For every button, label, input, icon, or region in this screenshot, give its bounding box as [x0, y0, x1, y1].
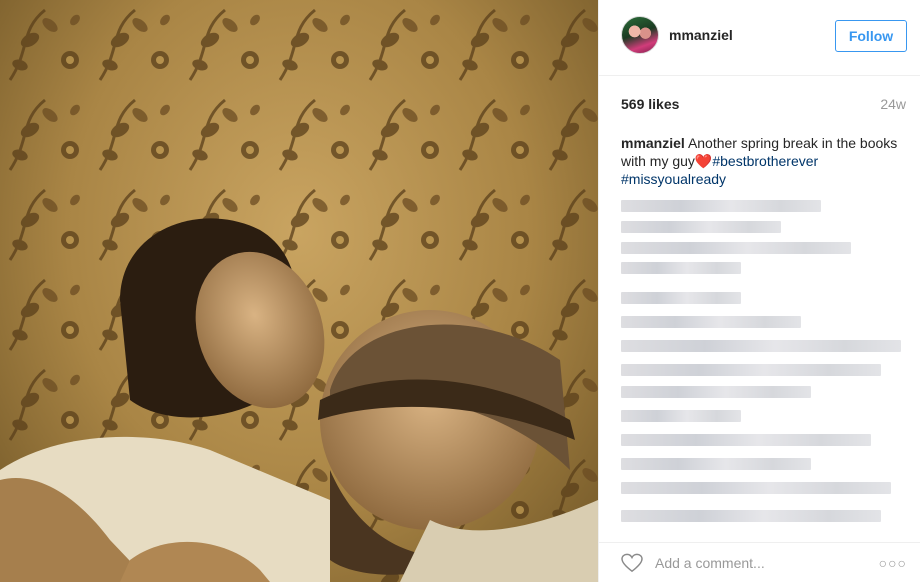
photo-illustration: [0, 0, 598, 582]
post-photo[interactable]: [0, 0, 598, 582]
blurred-comment: [621, 510, 881, 522]
blurred-comment: [621, 242, 851, 254]
post-age[interactable]: 24w: [880, 96, 906, 112]
post-header: mmanziel Follow: [599, 0, 920, 76]
blurred-comment: [621, 410, 741, 422]
likes-count[interactable]: 569 likes: [621, 96, 679, 112]
post-footer: ○○○: [599, 542, 920, 582]
blurred-comment: [621, 458, 811, 470]
blurred-comment: [621, 292, 741, 304]
heart-emoji: ❤️: [694, 153, 713, 169]
blurred-comment: [621, 340, 901, 352]
post-side-panel: mmanziel Follow 569 likes 24w mmanziel A…: [598, 0, 920, 582]
username-link[interactable]: mmanziel: [669, 27, 733, 43]
blurred-comment: [621, 262, 741, 274]
follow-button[interactable]: Follow: [835, 20, 907, 52]
more-options-icon[interactable]: ○○○: [879, 555, 907, 571]
instagram-post: mmanziel Follow 569 likes 24w mmanziel A…: [0, 0, 920, 582]
blurred-comment: [621, 364, 881, 376]
caption: mmanziel Another spring break in the boo…: [621, 134, 911, 188]
avatar[interactable]: [621, 16, 659, 54]
hashtag-link[interactable]: #bestbrotherever: [712, 153, 818, 169]
blurred-comment: [621, 316, 801, 328]
blurred-comment: [621, 434, 871, 446]
heart-outline-icon[interactable]: [621, 553, 643, 573]
caption-username[interactable]: mmanziel: [621, 135, 685, 151]
blurred-comment: [621, 482, 891, 494]
blurred-comment: [621, 221, 781, 233]
blurred-comment: [621, 386, 811, 398]
hashtag-link[interactable]: #missyoualready: [621, 171, 726, 187]
blurred-comment: [621, 200, 821, 212]
comment-input[interactable]: [655, 553, 855, 573]
